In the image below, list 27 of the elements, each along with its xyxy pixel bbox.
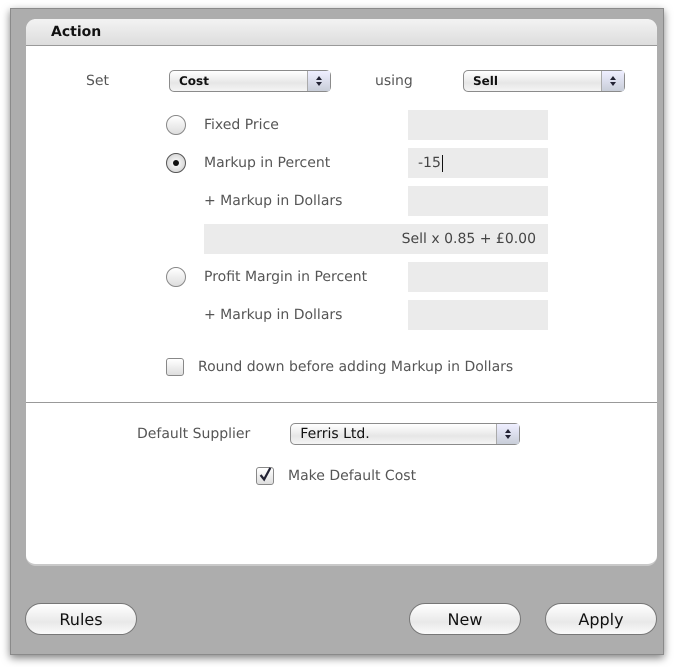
checkbox[interactable] [256,467,274,485]
target-popup[interactable]: Cost [169,70,331,92]
option-label: Profit Margin in Percent [204,269,368,285]
apply-button[interactable]: Apply [545,603,657,635]
checkbox[interactable] [166,358,184,376]
source-popup[interactable]: Sell [463,70,625,92]
option-label: + Markup in Dollars [204,307,344,323]
input-field[interactable]: -15 [408,148,548,178]
supplier-label: Default Supplier [137,426,250,442]
option-label: Markup in Percent [204,155,332,171]
checkbox-label: Make Default Cost [288,468,416,484]
option-label: Fixed Price [204,117,280,133]
stepper-arrows-icon [496,424,520,444]
stepper-arrows-icon [307,71,330,91]
checkbox-label: Round down before adding Markup in Dollars [198,359,514,375]
radio-button[interactable] [166,153,186,173]
radio-button[interactable] [166,115,186,135]
set-label: Set [86,73,110,89]
option-label: + Markup in Dollars [204,193,344,209]
rules-button[interactable]: Rules [25,603,137,635]
stepper-arrows-icon [601,71,624,91]
new-button[interactable]: New [409,603,521,635]
supplier-popup[interactable]: Ferris Ltd. [290,423,520,445]
radio-button[interactable] [166,267,186,287]
panel-title: Action [51,24,102,40]
using-label: using [375,73,414,89]
formula-display: Sell x 0.85 + £0.00 [204,224,548,254]
